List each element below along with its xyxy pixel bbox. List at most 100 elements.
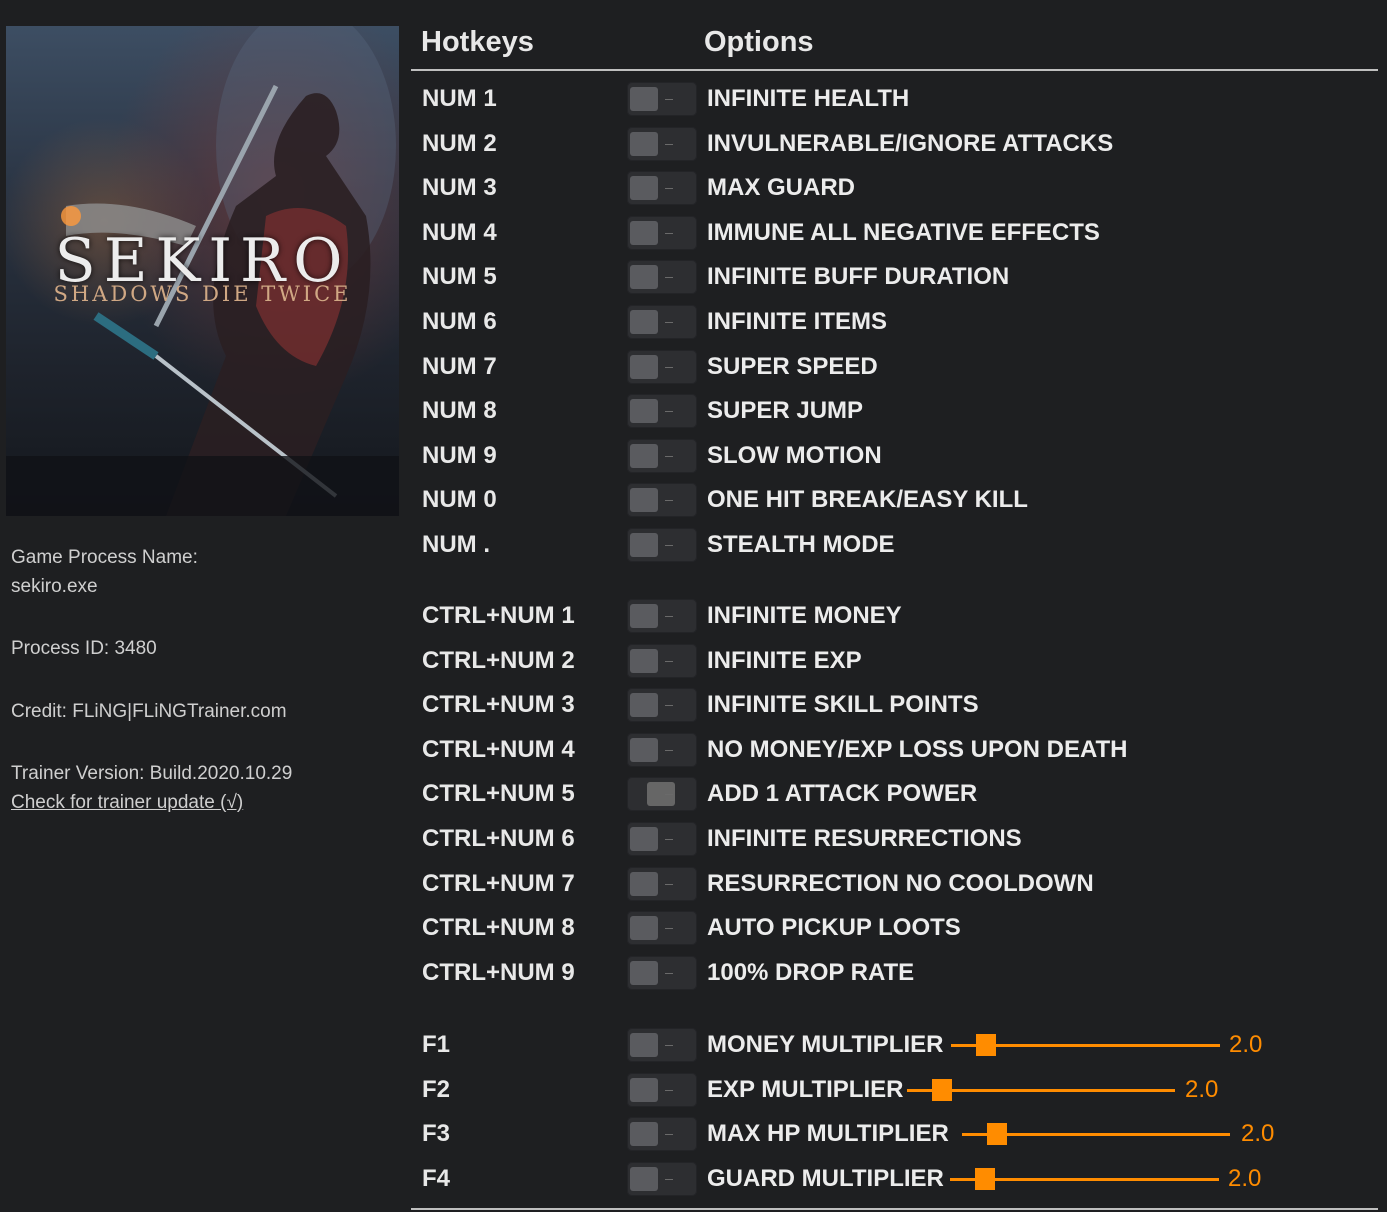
header-divider	[411, 69, 1378, 71]
bottom-divider	[411, 1208, 1378, 1210]
hotkey-label: NUM 4	[422, 218, 497, 246]
option-toggle[interactable]	[627, 643, 697, 678]
option-toggle[interactable]	[627, 688, 697, 723]
hotkey-label: NUM 6	[422, 308, 497, 335]
hotkeys-header: Hotkeys	[421, 26, 534, 58]
toggle-knob	[630, 1033, 658, 1057]
option-label: EXP MULTIPLIER	[707, 1075, 904, 1103]
toggle-dash	[665, 705, 673, 707]
toggle-dash	[665, 322, 673, 323]
option-toggle[interactable]	[627, 528, 697, 562]
hotkey-label: NUM 1	[422, 85, 497, 112]
toggle-dash	[665, 188, 673, 190]
slider-thumb[interactable]	[987, 1123, 1007, 1146]
toggle-dash	[665, 366, 673, 368]
option-label: IMMUNE ALL NEGATIVE EFFECTS	[707, 218, 1100, 246]
cheat-row: NUM 9 SLOW MOTION	[0, 436, 1387, 476]
option-toggle[interactable]	[627, 483, 697, 518]
option-toggle[interactable]	[627, 955, 697, 990]
option-toggle[interactable]	[627, 822, 697, 856]
option-label: INFINITE MONEY	[707, 602, 902, 629]
toggle-knob	[630, 265, 658, 290]
option-label: INFINITE ITEMS	[707, 308, 887, 335]
multiplier-slider[interactable]	[907, 1070, 1175, 1110]
option-toggle[interactable]	[627, 1117, 697, 1152]
option-label: SUPER SPEED	[707, 352, 878, 380]
option-toggle[interactable]	[627, 438, 697, 473]
option-toggle[interactable]	[627, 126, 697, 161]
cheat-row: CTRL+NUM 8 AUTO PICKUP LOOTS	[0, 908, 1387, 948]
toggle-knob	[630, 533, 658, 557]
option-toggle[interactable]	[627, 305, 697, 339]
hotkey-label: NUM 3	[422, 174, 497, 202]
option-toggle[interactable]	[627, 82, 697, 116]
hotkey-label: NUM 9	[422, 441, 497, 469]
toggle-knob	[630, 87, 658, 111]
multiplier-slider[interactable]	[950, 1159, 1219, 1199]
hotkey-label: NUM 2	[422, 129, 497, 157]
toggle-knob	[630, 1122, 658, 1147]
cheat-row: F2 EXP MULTIPLIER 2.0	[0, 1070, 1387, 1110]
option-toggle[interactable]	[627, 777, 697, 812]
option-label: MONEY MULTIPLIER	[707, 1031, 944, 1058]
slider-value: 2.0	[1241, 1120, 1275, 1148]
cheat-row: CTRL+NUM 4 NO MONEY/EXP LOSS UPON DEATH	[0, 730, 1387, 770]
option-toggle[interactable]	[627, 260, 697, 295]
hotkey-label: CTRL+NUM 7	[422, 869, 575, 897]
toggle-dash	[665, 883, 673, 885]
option-toggle[interactable]	[627, 215, 697, 250]
toggle-knob	[630, 871, 658, 896]
toggle-dash	[665, 972, 673, 974]
cheat-row: NUM 7 SUPER SPEED	[0, 347, 1387, 387]
slider-value: 2.0	[1229, 1031, 1263, 1058]
cheat-row: NUM . STEALTH MODE	[0, 525, 1387, 565]
toggle-dash	[665, 99, 673, 100]
cheat-row: CTRL+NUM 9 100% DROP RATE	[0, 953, 1387, 993]
toggle-knob	[630, 488, 658, 513]
toggle-knob	[630, 176, 658, 201]
option-toggle[interactable]	[627, 349, 697, 384]
hotkey-label: CTRL+NUM 3	[422, 691, 575, 719]
toggle-dash	[665, 455, 673, 457]
option-toggle[interactable]	[627, 1072, 697, 1107]
multiplier-slider[interactable]	[951, 1025, 1220, 1065]
cheat-row: CTRL+NUM 5 ADD 1 ATTACK POWER	[0, 774, 1387, 814]
hotkey-label: NUM 5	[422, 263, 497, 291]
toggle-dash	[665, 545, 673, 546]
cheat-row: CTRL+NUM 2 INFINITE EXP	[0, 641, 1387, 681]
toggle-dash	[665, 500, 673, 502]
option-toggle[interactable]	[627, 866, 697, 901]
option-toggle[interactable]	[627, 1028, 697, 1062]
option-toggle[interactable]	[627, 394, 697, 429]
multiplier-slider[interactable]	[962, 1114, 1230, 1154]
toggle-dash	[665, 1089, 673, 1091]
option-toggle[interactable]	[627, 1161, 697, 1196]
option-label: GUARD MULTIPLIER	[707, 1164, 944, 1192]
hotkey-label: CTRL+NUM 1	[422, 602, 575, 629]
toggle-knob	[630, 648, 658, 673]
option-label: ADD 1 ATTACK POWER	[707, 780, 978, 808]
option-toggle[interactable]	[627, 171, 697, 206]
cheat-row: NUM 4 IMMUNE ALL NEGATIVE EFFECTS	[0, 213, 1387, 253]
toggle-dash	[665, 794, 673, 796]
toggle-dash	[665, 1134, 673, 1136]
hotkey-label: CTRL+NUM 2	[422, 646, 575, 674]
cheat-row: NUM 1 INFINITE HEALTH	[0, 79, 1387, 119]
hotkey-label: CTRL+NUM 5	[422, 780, 575, 808]
option-toggle[interactable]	[627, 911, 697, 946]
option-toggle[interactable]	[627, 599, 697, 633]
hotkey-label: CTRL+NUM 8	[422, 914, 575, 942]
option-label: INFINITE SKILL POINTS	[707, 691, 979, 719]
option-label: INFINITE EXP	[707, 646, 862, 674]
option-label: AUTO PICKUP LOOTS	[707, 914, 961, 942]
slider-thumb[interactable]	[932, 1078, 952, 1101]
option-label: NO MONEY/EXP LOSS UPON DEATH	[707, 735, 1128, 763]
toggle-knob	[630, 604, 658, 628]
toggle-dash	[665, 928, 673, 930]
hotkey-label: CTRL+NUM 6	[422, 825, 575, 852]
cheat-row: NUM 5 INFINITE BUFF DURATION	[0, 257, 1387, 297]
slider-thumb[interactable]	[976, 1034, 996, 1056]
option-toggle[interactable]	[627, 732, 697, 767]
slider-thumb[interactable]	[975, 1167, 995, 1190]
options-header: Options	[704, 26, 814, 58]
